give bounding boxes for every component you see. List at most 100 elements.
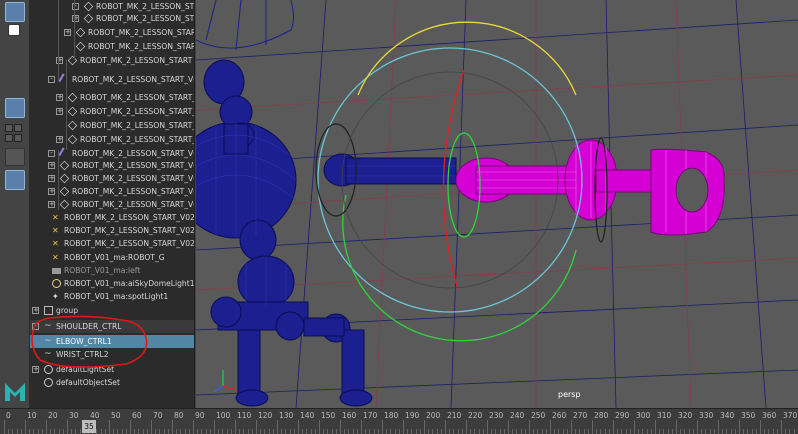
timeline-subtick: [285, 429, 287, 434]
timeline-tick-label: 290: [615, 411, 630, 420]
expand-icon[interactable]: +: [48, 175, 55, 182]
expand-icon[interactable]: +: [56, 108, 63, 115]
current-frame-indicator[interactable]: 35: [82, 420, 96, 433]
timeline-tick: [445, 420, 446, 434]
timeline-tick: [466, 420, 467, 434]
expand-icon[interactable]: +: [32, 366, 39, 373]
time-slider[interactable]: 0 10 20 30 40 50 60 70 80 90 100 110 120 130 140 150 160…: [0, 408, 798, 434]
collapse-icon[interactable]: -: [48, 76, 55, 83]
timeline-subtick: [688, 429, 690, 434]
timeline-tick: [781, 420, 782, 434]
outliner-row[interactable]: + ROBOT_MK_2_LESSON_START_V: [30, 133, 194, 146]
outliner-row[interactable]: - ~ SHOULDER_CTRL: [30, 320, 194, 333]
outliner-row[interactable]: ROBOT_MK_2_LESSON_START_V: [30, 119, 194, 132]
layout-two-pane-icon[interactable]: [5, 148, 25, 166]
outliner-row[interactable]: defaultObjectSet: [30, 376, 194, 389]
timeline-subtick: [419, 429, 421, 434]
outliner-row[interactable]: ✕ ROBOT_MK_2_LESSON_START_V02:pc: [30, 224, 194, 237]
collapse-icon[interactable]: -: [48, 150, 55, 157]
outliner-row[interactable]: + ROBOT_MK_2_LESSON_START_V02: [30, 185, 194, 198]
outliner-row[interactable]: - ROBOT_MK_2_LESSON_START_V02: [30, 73, 194, 86]
timeline-tick-label: 360: [762, 411, 777, 420]
timeline-tick: [361, 420, 362, 434]
layout-mini-icon[interactable]: [5, 124, 13, 132]
mesh-icon: [75, 27, 86, 38]
timeline-subtick: [100, 429, 102, 434]
outliner-row[interactable]: ✕ ROBOT_MK_2_LESSON_START_V02:pF: [30, 237, 194, 250]
timeline-subtick: [789, 429, 791, 434]
select-tool-icon[interactable]: [5, 2, 25, 22]
perspective-viewport[interactable]: persp: [196, 0, 798, 408]
timeline-subtick: [579, 429, 581, 434]
timeline-tick-label: 120: [258, 411, 273, 420]
layout-mini-icon[interactable]: [14, 134, 22, 142]
expand-icon[interactable]: +: [32, 307, 39, 314]
collapse-icon[interactable]: -: [32, 323, 39, 330]
outliner-row[interactable]: ~ WRIST_CTRL2: [30, 348, 194, 361]
robot-wireframe[interactable]: [196, 59, 457, 407]
timeline-tick-label: 250: [531, 411, 546, 420]
timeline-subtick: [751, 429, 753, 434]
timeline-subtick: [138, 429, 140, 434]
timeline-tick: [382, 420, 383, 434]
timeline-tick-label: 280: [594, 411, 609, 420]
timeline-tick-label: 90: [195, 411, 205, 420]
outliner-row[interactable]: ROBOT_MK_2_LESSON_START: [30, 40, 194, 53]
layout-outliner-persp-icon[interactable]: [5, 170, 25, 190]
outliner-row[interactable]: + ROBOT_MK_2_LESSON_START_V: [30, 91, 195, 104]
timeline-subtick: [373, 429, 375, 434]
expand-icon[interactable]: +: [56, 94, 63, 101]
layout-mini-icon[interactable]: [5, 134, 13, 142]
outliner-row-label: ROBOT_MK_2_LESSON_START_V02: [72, 200, 195, 209]
expand-icon[interactable]: +: [64, 29, 71, 36]
outliner-row[interactable]: + group: [30, 304, 194, 317]
timeline-subtick: [776, 429, 778, 434]
timeline-tick-label: 30: [69, 411, 79, 420]
timeline-subtick: [356, 429, 358, 434]
timeline-subtick: [709, 429, 711, 434]
outliner-row[interactable]: + defaultLightSet: [30, 363, 194, 376]
outliner-row[interactable]: + ROBOT_MK_2_LESSON_STAR: [30, 26, 194, 39]
timeline-subtick: [20, 429, 22, 434]
outliner-row[interactable]: ✕ ROBOT_V01_ma:ROBOT_G: [30, 251, 194, 264]
timeline-subtick: [142, 429, 144, 434]
outliner-row-label: ROBOT_MK_2_LESSON_START_V: [80, 93, 195, 102]
outliner-row[interactable]: ROBOT_V01_ma:left: [30, 264, 194, 277]
timeline-subtick: [352, 429, 354, 434]
outliner-row[interactable]: + ROBOT_MK_2_LESSON_START_V: [30, 105, 194, 118]
layout-mini-icon[interactable]: [14, 124, 22, 132]
outliner-row-label: ROBOT_MK_2_LESSON_STAF: [96, 14, 195, 23]
outliner-row[interactable]: + ROBOT_MK_2_LESSON_STAF: [30, 12, 195, 25]
expand-icon[interactable]: +: [48, 188, 55, 195]
outliner-row[interactable]: ✕ ROBOT_MK_2_LESSON_START_V02:pc: [30, 211, 194, 224]
layout-single-icon[interactable]: [5, 98, 25, 118]
outliner-row[interactable]: + ROBOT_MK_2_LESSON_START_V02: [30, 198, 195, 211]
expand-icon[interactable]: +: [48, 201, 55, 208]
mesh-icon: [67, 134, 78, 145]
outliner-row[interactable]: + ROBOT_MK_2_LESSON_START: [30, 54, 194, 67]
timeline-subtick: [470, 429, 472, 434]
expand-icon[interactable]: +: [56, 136, 63, 143]
timeline-tick-label: 150: [321, 411, 336, 420]
outliner-row[interactable]: ROBOT_V01_ma:aiSkyDomeLight1: [30, 277, 194, 290]
outliner-panel: - ROBOT_MK_2_LESSON_STAF + ROBOT_MK_2_LESSO…: [30, 0, 195, 408]
mesh-icon: [59, 160, 70, 171]
timeline-tick: [340, 420, 341, 434]
timeline-subtick: [449, 429, 451, 434]
timeline-subtick: [209, 429, 211, 434]
timeline-tick: [676, 420, 677, 434]
outliner-row[interactable]: + ROBOT_MK_2_LESSON_START_V02: [30, 159, 194, 172]
lasso-tool-icon[interactable]: [8, 24, 20, 36]
outliner-row[interactable]: ~ ELBOW_CTRL1: [30, 335, 194, 348]
outliner-row[interactable]: ✦ ROBOT_V01_ma:spotLight1: [30, 290, 194, 303]
expand-icon[interactable]: +: [48, 162, 55, 169]
timeline-subtick: [327, 429, 329, 434]
timeline-tick: [613, 420, 614, 434]
mesh-icon: [67, 55, 78, 66]
axis-gizmo: [213, 370, 237, 393]
outliner-row-label: ROBOT_V01_ma:left: [64, 266, 141, 275]
outliner-row[interactable]: + ROBOT_MK_2_LESSON_START_V02: [30, 172, 194, 185]
timeline-subtick: [411, 429, 413, 434]
timeline-tick: [739, 420, 740, 434]
timeline-tick-label: 10: [27, 411, 37, 420]
